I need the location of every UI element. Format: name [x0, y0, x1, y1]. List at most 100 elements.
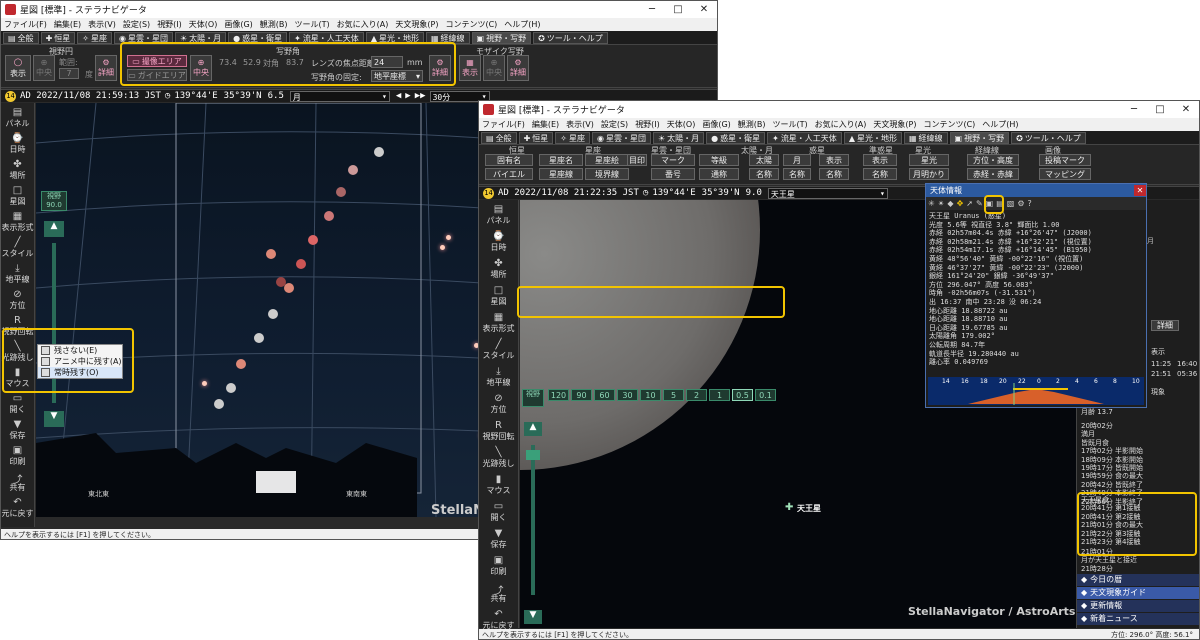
menu-item[interactable]: 表示(V): [88, 19, 116, 30]
target-select[interactable]: 月 ▾: [289, 90, 390, 102]
side-link[interactable]: ◆ 今日の暦: [1077, 574, 1199, 586]
side-link[interactable]: ◆ 新着ニュース: [1077, 613, 1199, 625]
film-detail-button[interactable]: ⚙ 詳細: [429, 55, 451, 81]
tab-item[interactable]: ◉ 星雲・星団: [113, 31, 173, 44]
menu-item[interactable]: 天体(O): [189, 19, 218, 30]
gear-icon[interactable]: ⚙: [1017, 199, 1024, 208]
sidebar-item[interactable]: ▼ 保存: [479, 528, 518, 550]
close-icon[interactable]: ✕: [691, 4, 717, 15]
zoom-down-button[interactable]: ▼: [524, 610, 542, 624]
target-select[interactable]: 天王星 ▾: [767, 187, 888, 199]
tab-item[interactable]: ● 惑星・衛星: [228, 31, 288, 44]
context-menu-item[interactable]: 常時残す(O): [38, 367, 122, 378]
uranus-marker[interactable]: ✚: [785, 502, 793, 513]
mosaic-detail-button[interactable]: ⚙ 詳細: [507, 55, 529, 81]
tab-item[interactable]: ▦ 経緯線: [903, 131, 948, 144]
fov-detail-button[interactable]: ⚙ 詳細: [95, 55, 117, 81]
sidebar-item[interactable]: ↶ 元に戻す: [479, 609, 518, 631]
fix-select[interactable]: 地平座標 ▾: [371, 70, 423, 82]
datetime[interactable]: AD 2022/11/08 21:22:35 JST: [498, 188, 639, 198]
event-item[interactable]: 21時01分 食の最大: [1081, 521, 1197, 529]
star-plus-icon[interactable]: ✴: [938, 199, 945, 208]
menu-item[interactable]: 画像(G): [702, 119, 730, 130]
context-menu-item[interactable]: アニメ中に残す(A): [38, 356, 122, 367]
tab-item[interactable]: ▣ 視野・写野: [949, 131, 1010, 144]
ribbon-button[interactable]: 月: [783, 154, 811, 166]
menu-item[interactable]: 天文現象(P): [873, 119, 916, 130]
menu-item[interactable]: ツール(T): [295, 19, 330, 30]
back-icon[interactable]: ◀: [396, 91, 401, 101]
tab-item[interactable]: ◉ 星雲・星団: [591, 131, 651, 144]
event-item[interactable]: 21時28分: [1081, 565, 1197, 573]
ribbon-button[interactable]: 星座絵: [585, 154, 629, 166]
longitude[interactable]: 139°44'E: [174, 91, 217, 101]
fov-preset-button[interactable]: 2: [686, 389, 707, 401]
ribbon-button[interactable]: 太陽: [749, 154, 779, 166]
tab-item[interactable]: ✦ 流星・人工天体: [767, 131, 842, 144]
event-item[interactable]: 皆既月食: [1081, 439, 1197, 447]
tab-item[interactable]: ▤ 全般: [3, 31, 39, 44]
tab-item[interactable]: ✦ 流星・人工天体: [289, 31, 364, 44]
event-item[interactable]: 19時59分 食の最大: [1081, 472, 1197, 480]
fov-preset-button[interactable]: 0.1: [755, 389, 776, 401]
menu-item[interactable]: 画像(G): [224, 19, 252, 30]
ribbon-button[interactable]: 星座名: [539, 154, 583, 166]
ribbon-button[interactable]: 名称: [783, 168, 811, 180]
sidebar-item[interactable]: ╱ スタイル: [479, 339, 518, 361]
fov-show-button[interactable]: ○ 表示: [5, 55, 31, 81]
tab-item[interactable]: ▲ 星光・地形: [843, 131, 902, 144]
tab-item[interactable]: ▣ 視野・写野: [471, 31, 532, 44]
zoom-up-button[interactable]: ▲: [44, 221, 64, 237]
sidebar-item[interactable]: ⌚ 日時: [479, 231, 518, 253]
fov-center-button[interactable]: ⊕ 中央: [33, 55, 55, 81]
tab-item[interactable]: ▤ 全般: [481, 131, 517, 144]
fov-preset-button[interactable]: 120: [548, 389, 569, 401]
ribbon-button[interactable]: マーク: [651, 154, 695, 166]
fov-preset-button[interactable]: 30: [617, 389, 638, 401]
tab-item[interactable]: ✧ 星座: [77, 31, 112, 44]
sidebar-item[interactable]: ▤ パネル: [1, 107, 34, 129]
ribbon-button[interactable]: 固有名: [485, 154, 533, 166]
sidebar-item[interactable]: ⤴ 共有: [479, 582, 518, 604]
film-center-button[interactable]: ⊕ 中央: [190, 55, 212, 81]
sidebar-item[interactable]: ▣ 印刷: [1, 445, 34, 467]
ribbon-button[interactable]: 投稿マーク: [1039, 154, 1091, 166]
event-badge[interactable]: 14: [483, 187, 494, 199]
event-item[interactable]: 17時02分 半影開始: [1081, 447, 1197, 455]
pen-icon[interactable]: ✎: [976, 199, 983, 208]
menu-item[interactable]: 天文現象(P): [395, 19, 438, 30]
zoom-track[interactable]: [531, 445, 535, 595]
event-item[interactable]: 満月: [1081, 430, 1197, 438]
event-item[interactable]: 18時09分 本影開始: [1081, 456, 1197, 464]
zoom-up-button[interactable]: ▲: [524, 422, 542, 436]
context-menu-item[interactable]: 残さない(E): [38, 345, 122, 356]
ribbon-button[interactable]: 月明かり: [909, 168, 949, 180]
latitude[interactable]: 35°39'N: [702, 188, 740, 198]
ribbon-button[interactable]: 星光: [909, 154, 949, 166]
fov-preset-button[interactable]: 90: [571, 389, 592, 401]
fov-value[interactable]: 9.0: [746, 188, 762, 198]
maximize-icon[interactable]: □: [665, 4, 691, 15]
sidebar-item[interactable]: ↶ 元に戻す: [1, 497, 34, 519]
ribbon-button[interactable]: 表示: [819, 154, 849, 166]
ribbon-button[interactable]: 名称: [749, 168, 779, 180]
menu-item[interactable]: 設定(S): [601, 119, 628, 130]
film-area-button[interactable]: ▭ 撮像エリア: [127, 55, 187, 67]
sidebar-item[interactable]: ╱ スタイル: [1, 237, 34, 259]
sidebar-item[interactable]: ▭ 開く: [479, 501, 518, 523]
range-input[interactable]: 7: [59, 68, 79, 79]
event-item[interactable]: 20時41分 第2接触: [1081, 513, 1197, 521]
sidebar-item[interactable]: ✤ 場所: [1, 159, 34, 181]
zoom-down-button[interactable]: ▼: [44, 411, 64, 427]
next-icon[interactable]: ▶▶: [415, 91, 426, 101]
close-icon[interactable]: ✕: [1173, 104, 1199, 115]
sidebar-item[interactable]: ▮ マウス: [479, 474, 518, 496]
tab-item[interactable]: ✚ 恒星: [40, 31, 76, 44]
sidebar-item[interactable]: ▤ パネル: [479, 204, 518, 226]
menu-item[interactable]: 天体(O): [667, 119, 696, 130]
event-item[interactable]: 20時42分 皆既終了: [1081, 481, 1197, 489]
tab-item[interactable]: ▲ 星光・地形: [365, 31, 424, 44]
tab-item[interactable]: ✧ 星座: [555, 131, 590, 144]
tag-icon[interactable]: ◆: [947, 199, 953, 208]
zoom-thumb[interactable]: [526, 450, 540, 460]
